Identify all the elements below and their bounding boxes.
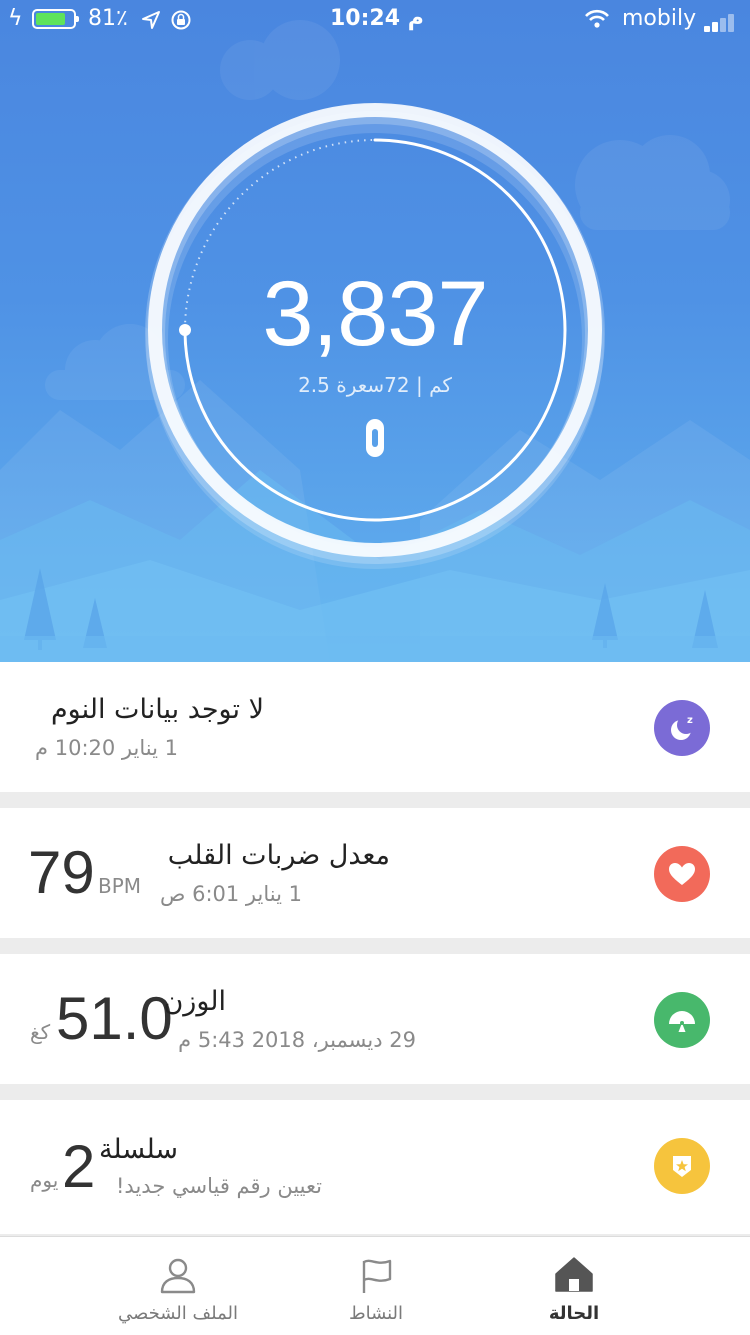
streak-value: 2: [62, 1133, 96, 1200]
heart-rate-date: 1 يناير 6:01 ص: [160, 882, 302, 906]
tab-status-label: الحالة: [548, 1303, 600, 1324]
heart-rate-unit: BPM: [98, 874, 142, 898]
sleep-moon-icon: z: [654, 700, 710, 756]
tab-activity-label: النشاط: [348, 1303, 404, 1324]
weight-card[interactable]: كغ 51.0 الوزن 29 ديسمبر، 2018 5:43 م: [0, 954, 750, 1084]
weight-scale-icon: [654, 992, 710, 1048]
heart-icon: [654, 846, 710, 902]
distance-calories-summary: 2.5 كم | 72سعرة: [298, 373, 452, 397]
tab-profile[interactable]: الملف الشخصي: [78, 1237, 278, 1335]
bottom-tab-bar: الملف الشخصي النشاط الحالة: [0, 1236, 750, 1335]
weight-unit: كغ: [30, 1020, 51, 1044]
home-icon: [555, 1257, 593, 1292]
tab-activity[interactable]: النشاط: [276, 1237, 476, 1335]
weight-date: 29 ديسمبر، 2018 5:43 م: [178, 1028, 416, 1052]
sleep-title: لا توجد بيانات النوم: [50, 694, 264, 725]
streak-card[interactable]: يوم 2 سلسلة تعيين رقم قياسي جديد!: [0, 1100, 750, 1234]
svg-text:z: z: [687, 715, 693, 726]
sleep-date: 1 يناير 10:20 م: [35, 736, 178, 760]
weight-title: الوزن: [163, 986, 226, 1017]
step-count: 3,837: [262, 263, 488, 365]
heart-rate-card[interactable]: 79 BPM معدل ضربات القلب 1 يناير 6:01 ص: [0, 808, 750, 938]
fitness-band-icon: [366, 419, 384, 457]
tab-profile-label: الملف الشخصي: [118, 1303, 238, 1324]
tab-status[interactable]: الحالة: [474, 1237, 674, 1335]
streak-title: سلسلة: [98, 1134, 178, 1165]
weight-value: 51.0: [56, 985, 173, 1052]
profile-icon: [160, 1258, 196, 1294]
heart-rate-title: معدل ضربات القلب: [167, 840, 390, 871]
sleep-card[interactable]: لا توجد بيانات النوم 1 يناير 10:20 م z: [0, 662, 750, 792]
streak-subtitle: تعيين رقم قياسي جديد!: [116, 1174, 322, 1198]
heart-rate-value: 79: [28, 839, 95, 906]
flag-icon: [362, 1259, 392, 1293]
streak-unit: يوم: [30, 1168, 59, 1192]
streak-badge-icon: [654, 1138, 710, 1194]
activity-hero: ϟ 81٪ 10:24 م mobily 3,837 2.5 كم | 72سع…: [0, 0, 750, 662]
